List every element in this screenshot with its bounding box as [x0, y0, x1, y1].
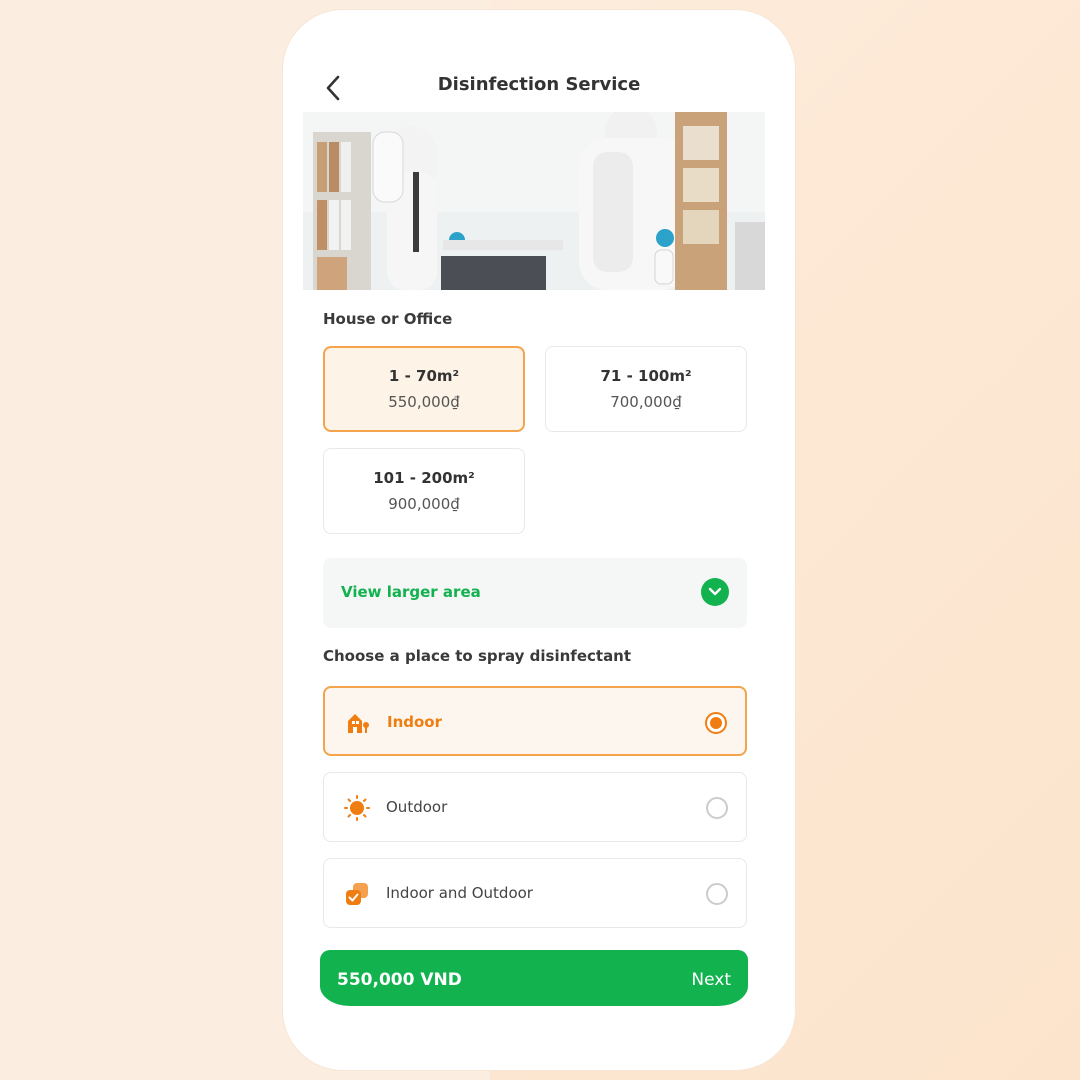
view-larger-area-button[interactable]: View larger area [323, 558, 747, 628]
size-option-area: 1 - 70m² [388, 367, 460, 385]
size-option-price: 900,000₫ [388, 495, 460, 513]
spray-option-label: Outdoor [386, 798, 448, 816]
hero-image [303, 112, 765, 290]
radio-unselected[interactable] [706, 797, 728, 819]
phone-frame: Disinfection Service House or Office 1 -… [283, 10, 795, 1070]
section-label-spray-place: Choose a place to spray disinfectant [323, 647, 632, 665]
size-option-71-100[interactable]: 71 - 100m² 700,000₫ [545, 346, 747, 432]
view-larger-area-label: View larger area [341, 583, 481, 601]
scroll-fade [283, 930, 795, 952]
house-icon [345, 710, 371, 736]
header: Disinfection Service [283, 68, 795, 108]
next-label: Next [691, 970, 731, 990]
spray-option-label: Indoor [387, 713, 443, 731]
spray-option-outdoor[interactable]: Outdoor [323, 772, 747, 842]
chevron-down-icon [701, 578, 729, 606]
spray-option-label: Indoor and Outdoor [386, 884, 533, 902]
sun-icon [344, 795, 370, 821]
layers-check-icon [344, 881, 370, 907]
size-option-101-200[interactable]: 101 - 200m² 900,000₫ [323, 448, 525, 534]
page-title: Disinfection Service [437, 74, 641, 95]
next-button[interactable]: 550,000 VND Next [320, 950, 748, 1006]
size-option-1-70[interactable]: 1 - 70m² 550,000₫ [323, 346, 525, 432]
radio-selected[interactable] [705, 712, 727, 734]
total-amount: 550,000 VND [337, 970, 462, 990]
radio-unselected[interactable] [706, 883, 728, 905]
section-label-house-or-office: House or Office [323, 310, 453, 328]
size-option-price: 700,000₫ [610, 393, 682, 411]
size-option-price: 550,000₫ [388, 393, 460, 411]
size-option-area: 101 - 200m² [373, 469, 475, 487]
spray-option-indoor-and-outdoor[interactable]: Indoor and Outdoor [323, 858, 747, 928]
size-option-area: 71 - 100m² [600, 367, 692, 385]
spray-option-indoor[interactable]: Indoor [323, 686, 747, 756]
